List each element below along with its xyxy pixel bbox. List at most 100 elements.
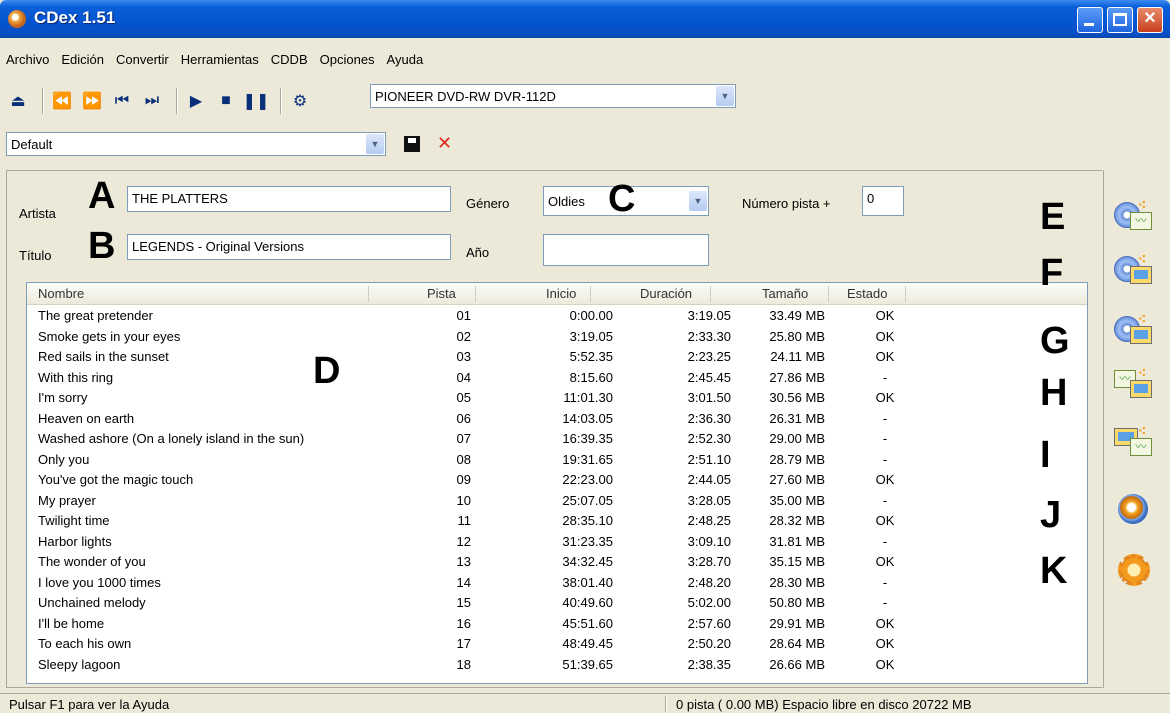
track-duration: 3:28.05 — [687, 492, 731, 508]
toolbar-separator — [42, 88, 44, 114]
menu-edicion[interactable]: Edición — [61, 52, 104, 67]
track-duration: 2:38.35 — [687, 656, 731, 672]
column-divider[interactable] — [828, 286, 829, 302]
column-tamano[interactable]: Tamaño — [762, 286, 808, 301]
menu-cddb[interactable]: CDDB — [271, 52, 308, 67]
next-track-icon[interactable]: ⏭ — [140, 89, 164, 113]
track-size: 28.79 MB — [769, 451, 825, 467]
menu-herramientas[interactable]: Herramientas — [181, 52, 259, 67]
track-size: 28.64 MB — [769, 636, 825, 651]
track-start: 14:03.05 — [562, 410, 613, 426]
track-number: 17 — [456, 636, 471, 651]
table-row[interactable]: Sleepy lagoon 18 51:39.65 2:38.35 26.66 MB OK — [27, 656, 1087, 677]
configure-button[interactable] — [1112, 552, 1152, 588]
stop-icon[interactable]: ■ — [214, 89, 238, 113]
track-number: 08 — [456, 451, 471, 467]
table-row[interactable]: Smoke gets in your eyes 02 3:19.05 2:33.30 2… — [27, 328, 1087, 349]
fast-forward-icon[interactable]: ⏩ — [80, 89, 104, 113]
extract-partial-button[interactable]: ⁖ — [1112, 312, 1152, 348]
column-nombre[interactable]: Nombre — [38, 286, 84, 301]
eject-icon[interactable]: ⏏ — [6, 89, 30, 113]
table-row[interactable]: Twilight time 11 28:35.10 2:48.25 28.32 MB OK — [27, 512, 1087, 533]
column-estado[interactable]: Estado — [847, 286, 887, 301]
cddb-query-button[interactable] — [1112, 490, 1152, 526]
table-row[interactable]: Heaven on earth 06 14:03.05 2:36.30 26.31 MB… — [27, 410, 1087, 431]
track-number: 13 — [456, 554, 471, 569]
column-divider[interactable] — [710, 286, 711, 302]
track-number: 03 — [456, 349, 471, 364]
mp3-to-wav-button[interactable]: 〰 ⁖ — [1112, 424, 1152, 460]
toolbar-separator — [280, 88, 282, 114]
track-size: 27.86 MB — [769, 369, 825, 385]
track-size: 25.80 MB — [769, 328, 825, 344]
column-divider[interactable] — [368, 286, 369, 302]
chevron-down-icon[interactable]: ▼ — [689, 191, 707, 211]
table-row[interactable]: The great pretender 01 0:00.00 3:19.05 33.49… — [27, 307, 1087, 328]
track-start: 34:32.45 — [562, 554, 613, 569]
wave-file-icon: 〰 — [1130, 438, 1152, 456]
track-start: 38:01.40 — [562, 574, 613, 590]
extract-to-mp3-button[interactable]: ⁖ — [1112, 252, 1152, 288]
track-name: Only you — [38, 451, 90, 467]
table-row[interactable]: Only you 08 19:31.65 2:51.10 28.79 MB - — [27, 451, 1087, 472]
table-row[interactable]: My prayer 10 25:07.05 3:28.05 35.00 MB - — [27, 492, 1087, 513]
track-offset-label: Número pista + — [742, 196, 831, 211]
rewind-icon[interactable]: ⏪ — [50, 89, 74, 113]
action-sidebar: 〰 ⁖ ⁖ ⁖ 〰 ⁖ 〰 ⁖ — [1103, 170, 1170, 688]
marker-j: J — [1040, 494, 1062, 536]
track-list[interactable]: Nombre Pista Inicio Duración Tamaño Esta… — [26, 282, 1088, 684]
menu-ayuda[interactable]: Ayuda — [387, 52, 424, 67]
table-row[interactable]: I'm sorry 05 11:01.30 3:01.50 30.56 MB OK — [27, 389, 1087, 410]
save-icon[interactable] — [404, 136, 420, 152]
minimize-button[interactable] — [1077, 7, 1103, 33]
track-size: 24.11 MB — [770, 349, 825, 364]
menu-opciones[interactable]: Opciones — [320, 52, 375, 67]
table-row[interactable]: I love you 1000 times 14 38:01.40 2:48.20 28… — [27, 574, 1087, 595]
table-row[interactable]: To each his own 17 48:49.45 2:50.20 28.64 MB… — [27, 635, 1087, 656]
menu-convertir[interactable]: Convertir — [116, 52, 169, 67]
settings-drive-icon[interactable]: ⚙ — [288, 89, 312, 113]
year-field[interactable] — [543, 234, 709, 266]
window-title: CDex 1.51 — [34, 8, 116, 27]
track-start: 22:23.00 — [562, 472, 613, 487]
table-row[interactable]: With this ring 04 8:15.60 2:45.45 27.86 MB - — [27, 369, 1087, 390]
column-inicio[interactable]: Inicio — [546, 286, 576, 301]
profile-select[interactable]: Default ▼ — [6, 132, 386, 156]
track-duration: 2:36.30 — [687, 410, 731, 426]
column-divider[interactable] — [905, 286, 906, 302]
track-offset-field[interactable]: 0 — [862, 186, 904, 216]
track-size: 28.30 MB — [769, 574, 825, 590]
pause-icon[interactable]: ❚❚ — [243, 89, 270, 113]
table-row[interactable]: You've got the magic touch 09 22:23.00 2:44… — [27, 471, 1087, 492]
table-row[interactable]: Washed ashore (On a lonely island in the… — [27, 430, 1087, 451]
menu-archivo[interactable]: Archivo — [6, 52, 49, 67]
drive-select[interactable]: PIONEER DVD-RW DVR-112D ▼ — [370, 84, 736, 108]
delete-icon[interactable]: ✕ — [437, 133, 452, 154]
chevron-down-icon[interactable]: ▼ — [366, 134, 384, 154]
table-row[interactable]: Harbor lights 12 31:23.35 3:09.10 31.81 MB - — [27, 533, 1087, 554]
close-button[interactable]: × — [1137, 7, 1163, 33]
wav-to-mp3-button[interactable]: 〰 ⁖ — [1112, 366, 1152, 402]
minimize-icon — [1084, 23, 1094, 26]
profile-select-value: Default — [11, 137, 53, 152]
column-divider[interactable] — [475, 286, 476, 302]
monitor-icon — [1130, 326, 1152, 344]
artist-field[interactable]: THE PLATTERS — [127, 186, 451, 212]
previous-track-icon[interactable]: ⏮ — [110, 89, 134, 113]
table-row[interactable]: The wonder of you 13 34:32.45 3:28.70 35.15 … — [27, 553, 1087, 574]
title-field[interactable]: LEGENDS - Original Versions — [127, 234, 451, 260]
menu-bar: Archivo Edición Convertir Herramientas C… — [0, 46, 1170, 72]
column-divider[interactable] — [590, 286, 591, 302]
track-status: OK — [875, 513, 895, 528]
extract-to-wav-button[interactable]: 〰 ⁖ — [1112, 198, 1152, 234]
column-pista[interactable]: Pista — [427, 286, 456, 301]
column-duracion[interactable]: Duración — [640, 286, 692, 301]
track-name: Washed ashore (On a lonely island in the… — [38, 431, 305, 446]
chevron-down-icon[interactable]: ▼ — [716, 86, 734, 106]
table-row[interactable]: Red sails in the sunset 03 5:52.35 2:23.25 2… — [27, 348, 1087, 369]
play-icon[interactable]: ▶ — [184, 89, 208, 113]
track-duration: 2:33.30 — [687, 328, 731, 344]
maximize-button[interactable] — [1107, 7, 1133, 33]
table-row[interactable]: Unchained melody 15 40:49.60 5:02.00 50.80 M… — [27, 594, 1087, 615]
table-row[interactable]: I'll be home 16 45:51.60 2:57.60 29.91 MB OK — [27, 615, 1087, 636]
